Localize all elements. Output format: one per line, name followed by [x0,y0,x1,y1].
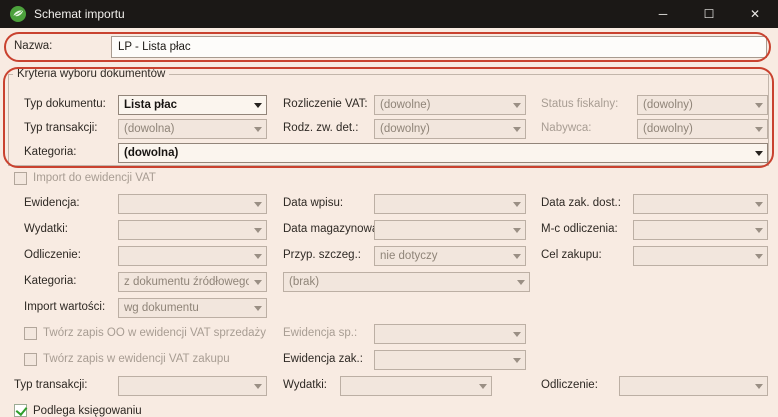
typ-dokumentu-select[interactable]: Lista płac [118,95,267,115]
chevron-down-icon [750,195,767,213]
ewidencja-zak-select [374,350,526,370]
dialog-window: Schemat importu ─ ☐ ✕ Nazwa: Kryteria wy… [0,0,778,417]
typ-transakcji-2-select [118,376,267,396]
przyp-szczeg-label: Przyp. szczeg.: [283,249,361,261]
cel-zakupu-label: Cel zakupu: [541,249,602,261]
podlega-ksiegowaniu-checkbox[interactable] [14,404,27,417]
chevron-down-icon [249,273,266,291]
chevron-down-icon [508,221,525,239]
mc-odliczenia-label: M-c odliczenia: [541,223,618,235]
data-magazynowa-label: Data magazynowa: [283,223,381,235]
chevron-down-icon [249,120,266,138]
chevron-down-icon [750,144,767,162]
typ-transakcji-2-label: Typ transakcji: [14,379,88,391]
ewidencja-sp-select [374,324,526,344]
nazwa-input[interactable] [111,36,767,58]
data-wpisu-label: Data wpisu: [283,197,343,209]
chevron-down-icon [508,120,525,138]
rodz-zw-det-select: (dowolny) [374,119,526,139]
typ-dokumentu-label: Typ dokumentu: [24,98,106,110]
minimize-button[interactable]: ─ [640,0,686,28]
ewidencja-select [118,194,267,214]
kategoria-brak-select: (brak) [283,272,530,292]
kategoria-select[interactable]: (dowolna) [118,143,768,163]
rozliczenie-vat-label: Rozliczenie VAT: [283,98,368,110]
wydatki-2-label: Wydatki: [283,379,327,391]
cel-zakupu-select [633,246,768,266]
chevron-down-icon [249,195,266,213]
mc-odliczenia-select [633,220,768,240]
chevron-down-icon [249,96,266,114]
maximize-button[interactable]: ☐ [686,0,732,28]
nazwa-label: Nazwa: [14,40,52,52]
przyp-szczeg-select: nie dotyczy [374,246,526,266]
nabywca-select: (dowolny) [637,119,768,139]
window-controls: ─ ☐ ✕ [640,0,778,28]
import-wartosci-select: wg dokumentu [118,298,267,318]
chevron-down-icon [508,325,525,343]
kategoria-zrodlo-select: z dokumentu źródłowego [118,272,267,292]
data-magazynowa-select [374,220,526,240]
titlebar: Schemat importu ─ ☐ ✕ [0,0,778,28]
data-zak-dost-label: Data zak. dost.: [541,197,621,209]
ewidencja-label: Ewidencja: [24,197,80,209]
rodz-zw-det-label: Rodz. zw. det.: [283,122,358,134]
chevron-down-icon [508,195,525,213]
chevron-down-icon [512,273,529,291]
kategoria-vat-label: Kategoria: [24,275,76,287]
criteria-legend: Kryteria wyboru dokumentów [13,68,169,80]
chevron-down-icon [750,247,767,265]
chevron-down-icon [249,299,266,317]
import-vat-label: Import do ewidencji VAT [33,172,156,184]
odliczenie-label: Odliczenie: [24,249,81,261]
chevron-down-icon [249,247,266,265]
odliczenie-select [118,246,267,266]
typ-transakcji-label: Typ transakcji: [24,122,98,134]
ewidencja-sp-label: Ewidencja sp.: [283,327,357,339]
odliczenie-2-label: Odliczenie: [541,379,598,391]
chevron-down-icon [249,221,266,239]
kategoria-label: Kategoria: [24,146,76,158]
wydatki-select [118,220,267,240]
import-wartosci-label: Import wartości: [24,301,105,313]
ewidencja-zak-label: Ewidencja zak.: [283,353,363,365]
app-icon [10,6,26,22]
close-button[interactable]: ✕ [732,0,778,28]
status-fiskalny-select: (dowolny) [637,95,768,115]
odliczenie-2-select [619,376,768,396]
data-zak-dost-select [633,194,768,214]
chevron-down-icon [249,377,266,395]
wydatki-2-select [340,376,492,396]
status-fiskalny-label: Status fiskalny: [541,98,618,110]
chevron-down-icon [750,96,767,114]
podlega-ksiegowaniu-label: Podlega księgowaniu [33,405,142,417]
typ-transakcji-select: (dowolna) [118,119,267,139]
chevron-down-icon [750,221,767,239]
tworz-zakup-label: Twórz zapis w ewidencji VAT zakupu [43,353,230,365]
window-title: Schemat importu [34,7,125,21]
chevron-down-icon [474,377,491,395]
chevron-down-icon [750,120,767,138]
tworz-oo-checkbox [24,327,37,340]
tworz-zakup-checkbox [24,353,37,366]
chevron-down-icon [750,377,767,395]
import-vat-checkbox [14,172,27,185]
dialog-body: Nazwa: Kryteria wyboru dokumentów Typ do… [0,28,778,417]
nabywca-label: Nabywca: [541,122,592,134]
tworz-oo-label: Twórz zapis OO w ewidencji VAT sprzedaży [43,327,266,339]
rozliczenie-vat-select: (dowolne) [374,95,526,115]
chevron-down-icon [508,96,525,114]
chevron-down-icon [508,247,525,265]
data-wpisu-select [374,194,526,214]
chevron-down-icon [508,351,525,369]
wydatki-label: Wydatki: [24,223,68,235]
